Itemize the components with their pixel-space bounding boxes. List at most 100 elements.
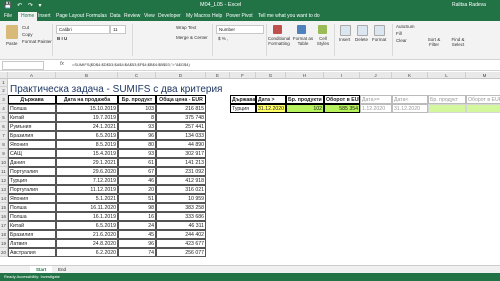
find-select-button[interactable]: Find & Select	[448, 37, 468, 47]
format-painter-button[interactable]: Format Painter	[22, 39, 52, 44]
font-name-select[interactable]: Calibri	[56, 25, 110, 34]
table-cell[interactable]: 15.10.2019	[56, 104, 118, 113]
table-cell[interactable]: 423 677	[156, 239, 206, 248]
copy-button[interactable]: Copy	[22, 32, 33, 37]
paste-icon[interactable]	[6, 25, 18, 39]
bold-italic-underline[interactable]: B I U	[57, 36, 67, 41]
sort-filter-button[interactable]: Sort & Filter	[424, 37, 444, 47]
table-cell[interactable]: 19.7.2019	[56, 113, 118, 122]
row-header[interactable]: 15	[0, 203, 8, 212]
cut-button[interactable]: Cut	[22, 25, 29, 30]
column-header[interactable]: H	[286, 72, 324, 79]
font-size-select[interactable]: 11	[110, 25, 126, 34]
row-header[interactable]: 13	[0, 185, 8, 194]
table-cell[interactable]: 216 815	[156, 104, 206, 113]
table-cell[interactable]: 45	[118, 230, 156, 239]
row-header[interactable]: 16	[0, 212, 8, 221]
table-cell[interactable]: 8	[118, 113, 156, 122]
table-cell[interactable]: 24.1.2021	[56, 122, 118, 131]
table-cell[interactable]: 375 748	[156, 113, 206, 122]
tell-me-search[interactable]: Tell me what you want to do	[258, 13, 320, 19]
table-cell[interactable]: Полша	[8, 212, 56, 221]
autosum-button[interactable]: AutoSum	[396, 24, 415, 29]
table-cell[interactable]: 6.2.2020	[56, 248, 118, 257]
cell-styles-icon[interactable]	[318, 25, 327, 34]
table-cell[interactable]: 231 092	[156, 167, 206, 176]
table-cell[interactable]: 98	[118, 203, 156, 212]
column-header[interactable]: E	[206, 72, 230, 79]
ghost-header-cell[interactable]: Дата>=	[360, 95, 392, 104]
table-cell[interactable]: 6.5.2019	[56, 221, 118, 230]
ghost-value-cell[interactable]	[428, 104, 466, 113]
table-cell[interactable]: Бразилия	[8, 131, 56, 140]
table-cell[interactable]: Латвия	[8, 239, 56, 248]
paste-button[interactable]: Paste	[6, 41, 18, 46]
row-header[interactable]: 5	[0, 113, 8, 122]
row-header[interactable]: 11	[0, 167, 8, 176]
row-header[interactable]: 1	[0, 79, 8, 87]
delete-button[interactable]: Delete	[355, 37, 368, 42]
table-cell[interactable]: 141 213	[156, 158, 206, 167]
column-header[interactable]: M	[466, 72, 500, 79]
table-cell[interactable]: 46 311	[156, 221, 206, 230]
row-header[interactable]: 17	[0, 221, 8, 230]
ghost-value-cell[interactable]	[466, 104, 500, 113]
cell-styles-button[interactable]: Cell Styles	[314, 36, 332, 46]
fill-button[interactable]: Fill	[396, 31, 402, 36]
table-cell[interactable]: 44 890	[156, 140, 206, 149]
table-cell[interactable]: 24.8.2020	[56, 239, 118, 248]
table-header-cell[interactable]: Държава	[8, 95, 56, 104]
wrap-text-button[interactable]: Wrap Text	[176, 25, 196, 30]
table-cell[interactable]: 24	[118, 221, 156, 230]
format-cells-icon[interactable]	[374, 25, 385, 36]
table-cell[interactable]: 93	[118, 122, 156, 131]
row-header[interactable]: 3	[0, 95, 8, 104]
tab-view[interactable]: View	[144, 13, 155, 19]
table-header-cell[interactable]: Дата на продажба	[56, 95, 118, 104]
table-cell[interactable]: 80	[118, 140, 156, 149]
table-cell[interactable]: 302 917	[156, 149, 206, 158]
criteria-header-cell[interactable]: Дата >	[256, 95, 286, 104]
table-cell[interactable]: Китай	[8, 113, 56, 122]
table-cell[interactable]: 6.5.2019	[56, 131, 118, 140]
format-as-table-button[interactable]: Format as Table	[292, 36, 314, 46]
row-header[interactable]: 8	[0, 140, 8, 149]
tab-data[interactable]: Data	[110, 13, 121, 19]
tab-power-pivot[interactable]: Power Pivot	[226, 13, 253, 19]
ghost-header-cell[interactable]: Оборот в EUR	[466, 95, 500, 104]
column-header[interactable]: I	[324, 72, 360, 79]
format-as-table-icon[interactable]	[297, 25, 306, 34]
clear-button[interactable]: Clear	[396, 38, 407, 43]
column-header[interactable]: L	[428, 72, 466, 79]
table-cell[interactable]: Китай	[8, 221, 56, 230]
row-header[interactable]: 6	[0, 122, 8, 131]
table-cell[interactable]: Полша	[8, 104, 56, 113]
table-cell[interactable]: 257 441	[156, 122, 206, 131]
column-header[interactable]: D	[156, 72, 206, 79]
worksheet-grid[interactable]: Практическа задача - SUMIFS с два критер…	[0, 72, 500, 265]
ghost-value-cell[interactable]: 31.12.2020	[392, 104, 428, 113]
table-cell[interactable]: Дания	[8, 158, 56, 167]
row-header[interactable]: 19	[0, 239, 8, 248]
table-cell[interactable]: 16.11.2020	[56, 203, 118, 212]
table-cell[interactable]: 46	[118, 176, 156, 185]
user-name[interactable]: Ralitsa Radeva	[452, 2, 486, 8]
table-cell[interactable]: Португалия	[8, 185, 56, 194]
criteria-header-cell[interactable]: Оборот в EUR	[324, 95, 360, 104]
table-cell[interactable]: 103	[118, 104, 156, 113]
ghost-value-cell[interactable]: 1.12.2020	[360, 104, 392, 113]
table-cell[interactable]: 51	[118, 194, 156, 203]
table-cell[interactable]: Австралия	[8, 248, 56, 257]
tab-insert[interactable]: Insert	[38, 13, 51, 19]
ghost-header-cell[interactable]: Дата<	[392, 95, 428, 104]
tab-file[interactable]: File	[4, 13, 12, 19]
delete-cells-icon[interactable]	[357, 25, 368, 36]
criteria-header-cell[interactable]: Бр. продукти	[286, 95, 324, 104]
table-cell[interactable]: 67	[118, 167, 156, 176]
table-cell[interactable]: 10 959	[156, 194, 206, 203]
formula-input[interactable]: =SUMIFS($D$4:$D$53;$A$4:$A$53;$F$4;$B$4:…	[72, 62, 190, 67]
format-button[interactable]: Format	[372, 37, 386, 42]
table-cell[interactable]: 383 258	[156, 203, 206, 212]
table-cell[interactable]: 21.6.2020	[56, 230, 118, 239]
table-cell[interactable]: 16.1.2019	[56, 212, 118, 221]
